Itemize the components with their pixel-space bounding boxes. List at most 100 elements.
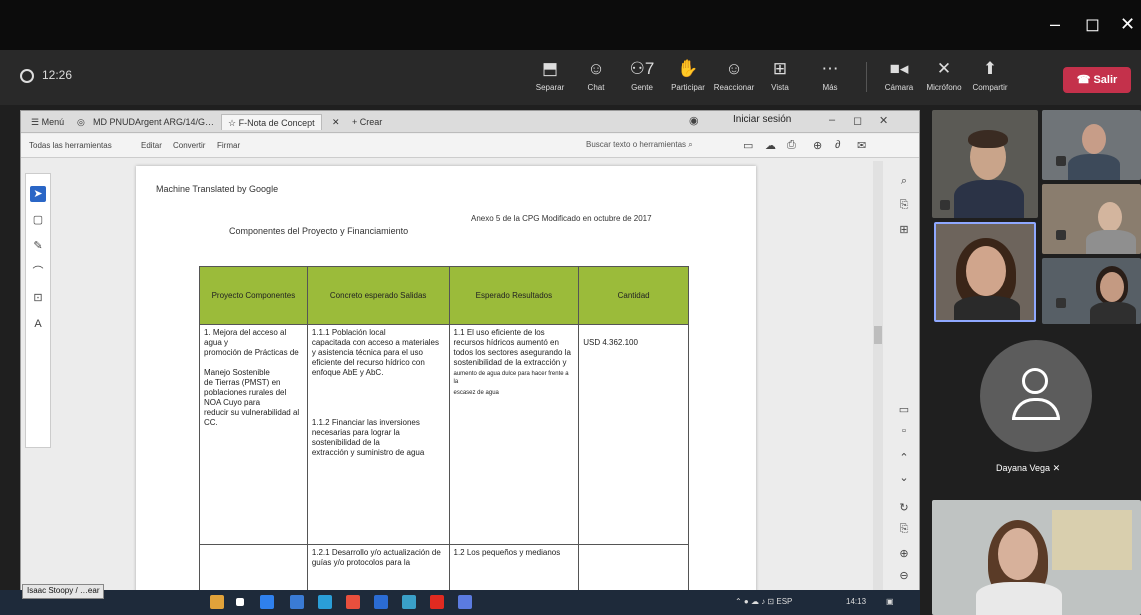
participant-video[interactable] — [932, 110, 1038, 218]
chevron-down-icon[interactable]: ⌄ — [897, 471, 911, 484]
chat-icon: ☺ — [587, 59, 605, 78]
pdf-toolbar: Todas las herramientas Editar Convertir … — [21, 134, 919, 158]
cell-text: 1.2 Los pequeños y medianos — [453, 548, 561, 557]
tool-label: Compartir — [972, 83, 1008, 92]
view-button[interactable]: ⊞ Vista — [758, 58, 802, 92]
zoom-icon[interactable]: ⊕ — [813, 139, 822, 152]
grid-icon: ⊞ — [772, 59, 788, 78]
screen: – ◻ ✕ 12:26 ⬒ Separar ☺ Chat ⚇7 Gente ✋ Part… — [0, 0, 1141, 615]
zoom-in-icon[interactable]: ⊕ — [897, 547, 911, 560]
search-icon[interactable]: ⌕ — [897, 175, 911, 188]
pdf-page: Machine Translated by Google Anexo 5 de … — [136, 166, 756, 614]
tool-label: Cámara — [884, 83, 914, 92]
new-tab-button[interactable]: + Crear — [346, 114, 388, 130]
cell-text: sostenibilidad de la — [311, 438, 380, 447]
system-tray[interactable]: ⌃ ● ☁ ♪ ⊡ ESP — [735, 597, 792, 606]
header-project-components: Proyecto Componentes — [199, 266, 308, 325]
close-window-button[interactable]: ✕ — [1120, 14, 1135, 35]
help-icon[interactable]: ◉ — [689, 114, 699, 127]
sign-menu[interactable]: Firmar — [217, 141, 240, 150]
people-button[interactable]: ⚇7 Gente — [620, 58, 664, 92]
tool-label: Micrófono — [926, 83, 962, 92]
cell-text: 1. Mejora del acceso al — [204, 328, 287, 337]
page-icon[interactable]: ▫ — [897, 425, 911, 437]
participant-video[interactable] — [1042, 184, 1141, 254]
pdf-left-tools: ➤ ▢ ✎ ⌒ ⊡ A — [25, 173, 51, 448]
participant-video[interactable] — [932, 500, 1141, 615]
separate-button[interactable]: ⬒ Separar — [528, 58, 572, 92]
cell-text: reducir su vulnerabilidad al CC. — [204, 408, 300, 427]
store-icon[interactable] — [318, 595, 332, 609]
more-button[interactable]: ⋯ Más — [808, 58, 852, 92]
page-number-icon[interactable]: ▭ — [897, 403, 911, 416]
scroll-thumb[interactable] — [874, 326, 882, 344]
cell-text: promoción de Prácticas de — [204, 348, 299, 357]
react-button[interactable]: ☺ Reaccionar — [712, 58, 756, 92]
restore-icon[interactable]: ◻ — [853, 114, 862, 127]
folder-icon[interactable] — [210, 595, 224, 609]
pen-icon[interactable]: ✎ — [30, 238, 46, 254]
mail-icon[interactable] — [290, 595, 304, 609]
bookmark-icon[interactable]: ⎘ — [897, 199, 911, 212]
all-tools-menu[interactable]: Todas las herramientas — [29, 141, 112, 150]
participant-face — [1082, 124, 1106, 154]
save-icon[interactable]: ⎘ — [897, 523, 911, 536]
acrobat-icon[interactable] — [430, 595, 444, 609]
raise-hand-button[interactable]: ✋ Participar — [666, 58, 710, 92]
print-icon[interactable]: ⎙ — [787, 139, 796, 152]
link-icon[interactable]: ∂ — [835, 139, 840, 151]
convert-menu[interactable]: Convertir — [173, 141, 205, 150]
cell-text: agua y — [204, 338, 229, 347]
stamp-icon[interactable]: A — [30, 316, 46, 332]
mail-icon[interactable]: ✉ — [857, 139, 866, 152]
cloud-icon[interactable]: ☁ — [765, 139, 776, 152]
table-header-row: Proyecto Componentes Concreto esperado S… — [199, 266, 689, 325]
cell-text: capacitada con acceso a materiales y asi… — [311, 338, 439, 377]
cell-text: extracción y suministro de agua — [311, 448, 425, 457]
chat-button[interactable]: ☺ Chat — [574, 58, 618, 92]
share-button[interactable]: ⬆ Compartir — [968, 58, 1012, 92]
tab-document[interactable]: MD PNUDArgent ARG/14/G… — [87, 114, 220, 130]
app-icon[interactable] — [346, 595, 360, 609]
participant-face — [1100, 272, 1124, 302]
teams-icon[interactable] — [458, 595, 472, 609]
minimize-icon[interactable]: – — [829, 114, 835, 126]
leave-button[interactable]: ☎ Salir — [1063, 67, 1131, 93]
shared-screen: ☰ Menú ◎ MD PNUDArgent ARG/14/G… ☆ F-Not… — [20, 110, 920, 615]
page-icon[interactable]: ▭ — [743, 139, 753, 152]
draw-icon[interactable]: ⌒ — [30, 264, 46, 280]
edit-menu[interactable]: Editar — [141, 141, 162, 150]
close-icon[interactable]: ✕ — [879, 114, 888, 127]
text-box-icon[interactable]: ⊡ — [30, 290, 46, 306]
app-icon[interactable] — [402, 595, 416, 609]
task-view-icon[interactable] — [236, 598, 244, 606]
sign-in-button[interactable]: Iniciar sesión — [733, 114, 791, 125]
comment-icon[interactable]: ▢ — [30, 212, 46, 228]
participant-body — [1086, 230, 1136, 254]
maximize-button[interactable]: ◻ — [1085, 14, 1100, 35]
select-cursor-icon[interactable]: ➤ — [30, 186, 46, 202]
word-icon[interactable] — [374, 595, 388, 609]
microphone-button[interactable]: ✕ Micrófono — [922, 58, 966, 92]
edge-icon[interactable] — [260, 595, 274, 609]
camera-button[interactable]: ■◂ Cámara — [877, 58, 921, 92]
menu-tab[interactable]: ☰ Menú — [25, 114, 70, 130]
participant-video[interactable] — [1042, 110, 1141, 180]
pdf-scrollbar[interactable] — [873, 161, 883, 614]
grid-icon[interactable]: ⊞ — [897, 223, 911, 236]
notification-icon[interactable]: ▣ — [886, 597, 894, 606]
chevron-up-icon[interactable]: ⌃ — [897, 451, 911, 464]
refresh-icon[interactable]: ↻ — [897, 501, 911, 514]
participant-avatar[interactable] — [980, 340, 1092, 452]
zoom-out-icon[interactable]: ⊖ — [897, 569, 911, 582]
participant-video-active[interactable] — [934, 222, 1036, 322]
participant-video[interactable] — [1042, 258, 1141, 324]
tool-label: Participar — [671, 83, 705, 92]
minimize-button[interactable]: – — [1050, 14, 1060, 35]
table-cell: 1.1.1 Población local capacitada con acc… — [306, 324, 450, 545]
tool-label: Más — [822, 83, 838, 92]
tab-concept-note[interactable]: ☆ F-Nota de Concept — [221, 114, 322, 130]
shield-icon — [20, 68, 34, 83]
tool-search[interactable]: Buscar texto o herramientas ⌕ — [586, 140, 693, 150]
close-tab-icon[interactable]: ✕ — [326, 114, 346, 130]
